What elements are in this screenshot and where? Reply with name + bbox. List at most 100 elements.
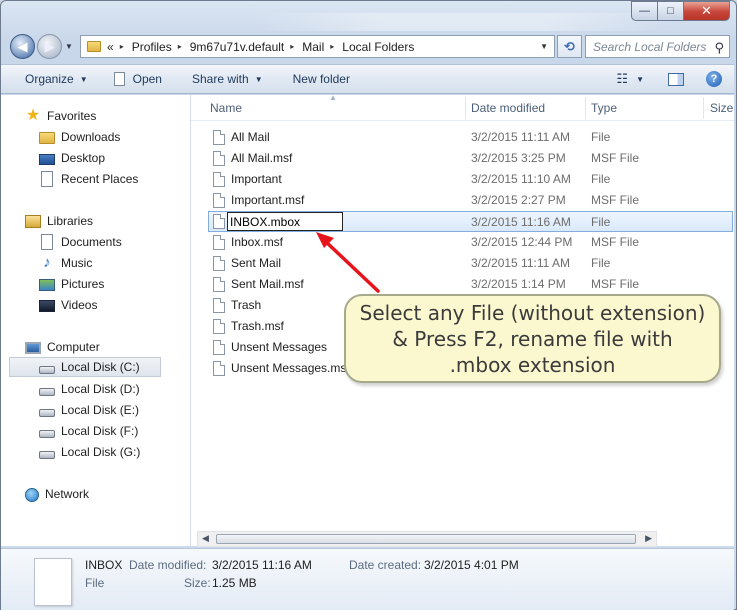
file-date: 3/2/2015 1:14 PM — [471, 277, 566, 291]
downloads-folder-icon — [39, 132, 55, 144]
rename-input[interactable]: INBOX.mbox — [227, 212, 343, 231]
scrollbar-thumb[interactable] — [216, 534, 636, 544]
documents-icon — [41, 234, 53, 250]
file-type: File — [591, 256, 611, 270]
details-size-label: Size: — [184, 576, 211, 590]
open-button[interactable]: Open — [100, 64, 174, 94]
column-size[interactable]: Size — [710, 101, 733, 115]
pictures-icon — [39, 279, 55, 291]
view-options-icon[interactable]: ☷ — [616, 71, 628, 87]
file-name: Trash — [231, 298, 262, 312]
details-date-modified-label: Date modified: — [129, 558, 207, 572]
callout-line-2: & Press F2, rename file with — [392, 326, 673, 351]
command-bar: Organize ▼ Open Share with ▼ New folder ☷ … — [1, 64, 734, 94]
navigation-row: ◀ ▶ ▼ «▸ Profiles ▸ 9m67u71v.default ▸ Mai… — [8, 34, 730, 60]
breadcrumb-mail[interactable]: Mail ▸ — [302, 40, 342, 54]
file-row[interactable]: Inbox.msf 3/2/2015 12:44 PM MSF File — [209, 232, 734, 253]
scroll-left-icon[interactable]: ◀ — [202, 533, 209, 544]
horizontal-scrollbar[interactable]: ◀ ▶ — [197, 531, 657, 547]
address-dropdown-icon[interactable]: ▼ — [540, 42, 548, 51]
file-icon — [213, 235, 225, 250]
page-icon — [113, 72, 125, 86]
file-thumbnail-icon — [34, 558, 72, 606]
file-type: File — [591, 172, 611, 186]
file-type: MSF File — [591, 193, 639, 207]
details-file-name: INBOX — [85, 558, 123, 572]
file-icon — [213, 193, 225, 208]
file-type: File — [591, 130, 611, 144]
details-date-created: 3/2/2015 4:01 PM — [424, 558, 519, 572]
videos-icon — [39, 300, 55, 312]
drive-icon — [39, 409, 55, 417]
file-row[interactable]: All Mail 3/2/2015 11:11 AM File — [209, 127, 734, 148]
file-row-selected[interactable]: INBOX.mbox 3/2/2015 11:16 AM File — [208, 211, 733, 232]
column-header-row: ▲ Name Date modified Type Size — [191, 95, 734, 121]
scroll-right-icon[interactable]: ▶ — [645, 533, 652, 544]
drive-icon — [39, 366, 55, 374]
file-name: Inbox.msf — [231, 235, 284, 249]
search-placeholder: Search Local Folders — [593, 39, 707, 54]
file-row[interactable]: Important 3/2/2015 11:10 AM File — [209, 169, 734, 190]
caption-buttons: — □ ✕ — [631, 1, 730, 21]
column-name[interactable]: Name — [210, 101, 242, 115]
details-file-type: File — [85, 576, 105, 590]
nav-local-disk-c[interactable]: Local Disk (C:) — [9, 357, 161, 377]
file-row[interactable]: Sent Mail.msf 3/2/2015 1:14 PM MSF File — [209, 274, 734, 295]
instruction-callout: Select any File (without extension) & Pr… — [344, 294, 721, 383]
file-row[interactable]: Sent Mail 3/2/2015 11:11 AM File — [209, 253, 734, 274]
file-icon — [213, 361, 225, 376]
maximize-button[interactable]: □ — [658, 1, 684, 21]
file-name: Important — [231, 172, 282, 186]
search-icon[interactable]: ⚲ — [714, 40, 724, 56]
file-icon — [213, 277, 225, 292]
file-icon — [213, 130, 225, 145]
preview-pane-icon[interactable] — [668, 72, 684, 86]
folder-icon — [87, 41, 101, 52]
column-type[interactable]: Type — [591, 101, 617, 115]
nav-network[interactable]: Network — [25, 484, 214, 504]
breadcrumb-prefix[interactable]: «▸ — [107, 40, 132, 54]
file-date: 3/2/2015 11:11 AM — [471, 130, 570, 144]
nav-computer[interactable]: Computer — [25, 337, 214, 357]
file-row[interactable]: All Mail.msf 3/2/2015 3:25 PM MSF File — [209, 148, 734, 169]
refresh-button[interactable]: ⟲ — [557, 35, 582, 58]
libraries-icon — [25, 214, 41, 228]
nav-libraries[interactable]: Libraries — [25, 211, 214, 231]
view-dropdown-icon[interactable]: ▼ — [636, 75, 644, 84]
file-icon — [213, 214, 225, 229]
file-date: 3/2/2015 3:25 PM — [471, 151, 566, 165]
breadcrumb-profiles[interactable]: Profiles ▸ — [132, 40, 190, 54]
file-date: 3/2/2015 11:10 AM — [471, 172, 571, 186]
minimize-button[interactable]: — — [631, 1, 658, 21]
new-folder-button[interactable]: New folder — [275, 64, 362, 94]
details-size: 1.25 MB — [212, 576, 257, 590]
file-date: 3/2/2015 11:16 AM — [471, 215, 571, 229]
file-type: File — [591, 215, 611, 229]
file-name: Sent Mail — [231, 256, 282, 270]
callout-line-3: .mbox extension — [449, 352, 616, 377]
file-icon — [213, 319, 225, 334]
nav-favorites[interactable]: ★ Favorites — [25, 106, 214, 126]
search-input[interactable]: Search Local Folders ⚲ — [585, 35, 730, 58]
file-type: MSF File — [591, 151, 639, 165]
network-icon — [25, 487, 39, 502]
address-bar[interactable]: «▸ Profiles ▸ 9m67u71v.default ▸ Mail ▸ Loc… — [80, 35, 555, 58]
close-button[interactable]: ✕ — [684, 1, 730, 21]
breadcrumb-local-folders[interactable]: Local Folders — [342, 40, 414, 54]
callout-text: Select any File (without extension) & Pr… — [348, 300, 718, 378]
file-name: Important.msf — [231, 193, 305, 207]
back-button[interactable]: ◀ — [10, 34, 35, 59]
breadcrumb-profile[interactable]: 9m67u71v.default ▸ — [190, 40, 303, 54]
share-with-button[interactable]: Share with ▼ — [174, 64, 275, 94]
help-icon[interactable]: ? — [706, 71, 722, 87]
recent-pages-dropdown[interactable]: ▼ — [65, 42, 73, 51]
organize-button[interactable]: Organize ▼ — [1, 64, 100, 94]
column-date-modified[interactable]: Date modified — [471, 101, 545, 115]
file-date: 3/2/2015 12:44 PM — [471, 235, 573, 249]
file-date: 3/2/2015 11:11 AM — [471, 256, 570, 270]
file-row[interactable]: Important.msf 3/2/2015 2:27 PM MSF File — [209, 190, 734, 211]
file-icon — [213, 340, 225, 355]
file-date: 3/2/2015 2:27 PM — [471, 193, 566, 207]
file-name: Unsent Messages — [231, 340, 328, 354]
forward-button[interactable]: ▶ — [37, 34, 62, 59]
